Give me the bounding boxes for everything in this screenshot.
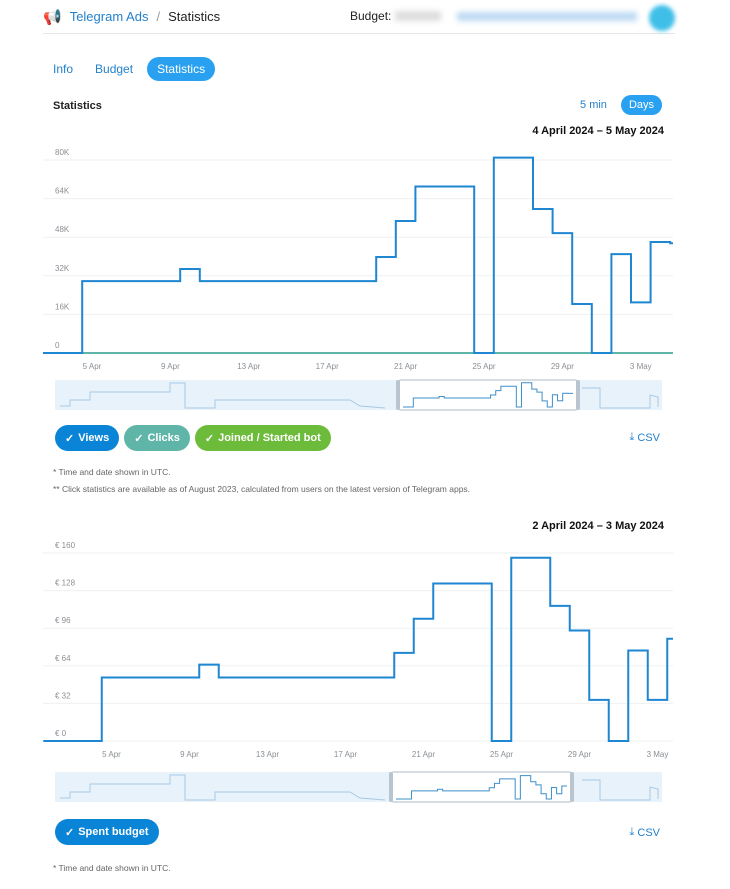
y-tick-label: 16K [55, 302, 70, 311]
section-title: Statistics [53, 100, 102, 112]
y-tick-label: 32K [55, 264, 70, 273]
views-chart[interactable]: 0 16K 32K 48K 64K 80K 5 Apr 9 Apr 13 Apr 17 Apr 21… [0, 140, 730, 415]
x-tick-label: 25 Apr [490, 750, 513, 759]
navigator-handle-right [576, 380, 580, 410]
csv-download-button-budget[interactable]: ⤓ CSV [630, 826, 661, 839]
spent-budget-chart[interactable]: € 0 € 32 € 64 € 96 € 128 € 160 5 Apr 9 Apr 13 Ap… [0, 535, 730, 810]
y-tick-label: 64K [55, 187, 70, 196]
toggle-views[interactable]: ✓ Views [55, 425, 120, 451]
toggle-label: Spent budget [78, 826, 149, 838]
toggle-clicks[interactable]: ✓ Clicks [124, 425, 190, 451]
breadcrumb-telegram-ads[interactable]: Telegram Ads [70, 9, 149, 24]
x-tick-label: 21 Apr [412, 750, 435, 759]
y-tick-label: € 96 [55, 616, 71, 625]
csv-label: CSV [637, 431, 660, 444]
toggle-joined[interactable]: ✓ Joined / Started bot [194, 425, 331, 451]
x-tick-label: 3 May [647, 750, 669, 759]
date-range-budget: 2 April 2024 – 3 May 2024 [532, 520, 664, 532]
toggle-spent-budget[interactable]: ✓ Spent budget [55, 819, 159, 845]
y-tick-label: € 0 [55, 729, 67, 738]
granularity-days[interactable]: Days [620, 95, 662, 115]
x-tick-label: 9 Apr [161, 362, 180, 371]
top-bar: 📢 Telegram Ads / Statistics Budget: [43, 0, 675, 34]
budget-area: Budget: [350, 9, 638, 23]
toggle-label: Views [78, 432, 110, 444]
x-tick-label: 21 Apr [394, 362, 417, 371]
tabs: Info Budget Statistics [45, 57, 216, 81]
csv-label: CSV [637, 826, 660, 839]
toggle-label: Joined / Started bot [218, 432, 321, 444]
x-tick-label: 13 Apr [237, 362, 260, 371]
check-icon: ✓ [65, 826, 75, 839]
breadcrumb-separator: / [156, 9, 161, 24]
x-tick-label: 3 May [630, 362, 652, 371]
x-tick-label: 17 Apr [334, 750, 357, 759]
download-icon: ⤓ [629, 826, 635, 838]
breadcrumb-current: Statistics [168, 9, 221, 24]
utc-note-budget: * Time and date shown in UTC. [53, 863, 171, 873]
utc-note: * Time and date shown in UTC. [53, 467, 171, 477]
x-tick-label: 29 Apr [568, 750, 591, 759]
series-line-spent-budget [43, 556, 673, 742]
tab-info[interactable]: Info [45, 57, 81, 81]
navigator-handle-left [396, 380, 400, 410]
y-tick-label: 0 [55, 341, 60, 350]
y-tick-label: € 160 [55, 541, 76, 550]
x-tick-label: 29 Apr [551, 362, 574, 371]
x-tick-label: 25 Apr [472, 362, 495, 371]
x-tick-label: 9 Apr [180, 750, 199, 759]
account-selector-blurred[interactable] [457, 11, 638, 21]
tab-statistics[interactable]: Statistics [147, 57, 216, 81]
check-icon: ✓ [134, 432, 144, 445]
x-tick-label: 5 Apr [102, 750, 121, 759]
series-line-views [43, 156, 673, 354]
avatar[interactable] [649, 5, 675, 31]
x-tick-label: 13 Apr [256, 750, 279, 759]
y-tick-label: 80K [55, 148, 70, 157]
csv-download-button[interactable]: ⤓ CSV [630, 431, 661, 444]
x-tick-label: 17 Apr [316, 362, 339, 371]
series-toggles-budget: ✓ Spent budget [55, 819, 159, 845]
download-icon: ⤓ [629, 431, 635, 443]
budget-label: Budget: [350, 9, 392, 23]
series-toggles: ✓ Views ✓ Clicks ✓ Joined / Started bot [55, 425, 331, 451]
granularity-toggle: 5 min Days [572, 95, 662, 115]
navigator-handle-right [570, 772, 574, 802]
toggle-label: Clicks [147, 432, 180, 444]
clicks-note: ** Click statistics are available as of … [53, 484, 471, 494]
y-tick-label: € 64 [55, 654, 71, 663]
y-tick-label: € 128 [55, 579, 76, 588]
budget-value-blurred [395, 11, 442, 21]
y-tick-label: 48K [55, 225, 70, 234]
navigator-window [390, 771, 573, 803]
y-tick-label: € 32 [55, 691, 71, 700]
check-icon: ✓ [204, 432, 215, 445]
navigator-window [397, 379, 579, 411]
megaphone-icon: 📢 [43, 8, 62, 26]
date-range-views: 4 April 2024 – 5 May 2024 [532, 125, 664, 137]
tab-budget[interactable]: Budget [87, 57, 141, 81]
granularity-5min[interactable]: 5 min [572, 95, 615, 115]
navigator-handle-left [389, 772, 393, 802]
x-tick-label: 5 Apr [83, 362, 102, 371]
check-icon: ✓ [65, 432, 75, 445]
